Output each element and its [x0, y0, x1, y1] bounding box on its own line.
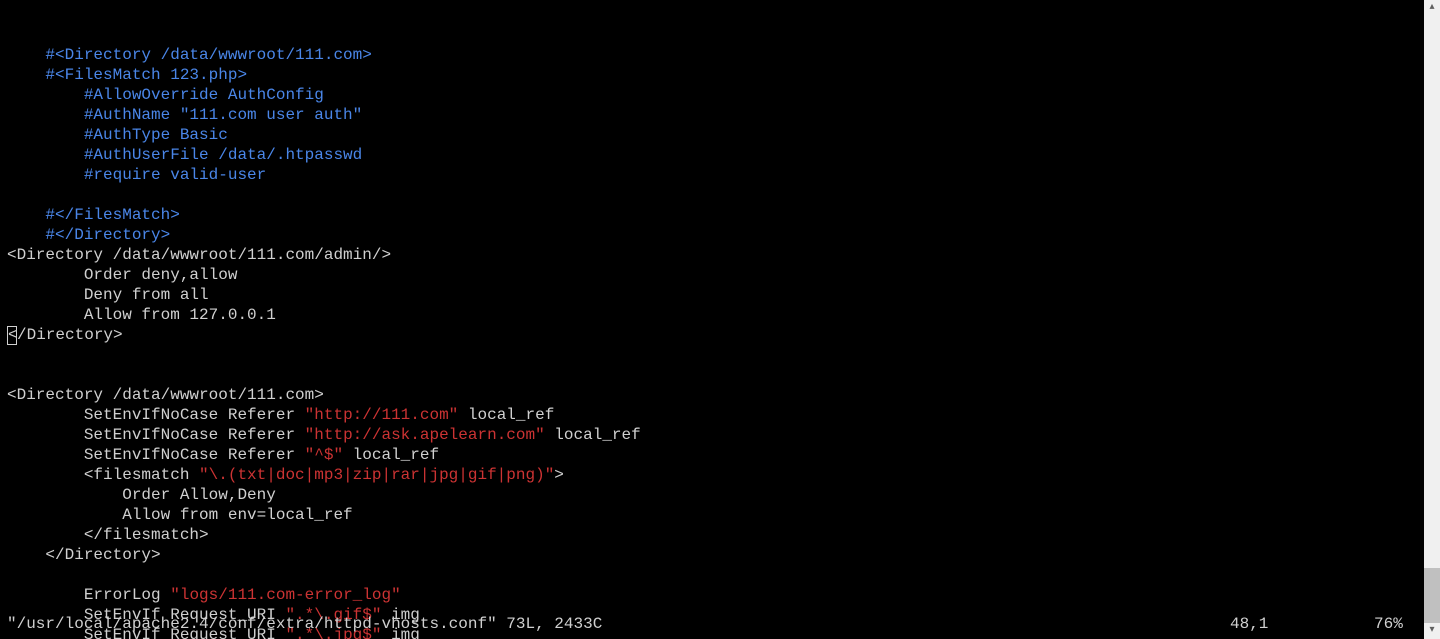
code-line[interactable]: SetEnvIfNoCase Referer "http://111.com" …: [7, 405, 1417, 425]
code-line[interactable]: [7, 565, 1417, 585]
code-line[interactable]: Allow from 127.0.0.1: [7, 305, 1417, 325]
code-segment: #AuthType Basic: [7, 126, 228, 144]
code-segment: Order deny,allow: [7, 266, 237, 284]
code-line[interactable]: #AuthName "111.com user auth": [7, 105, 1417, 125]
code-line[interactable]: Order deny,allow: [7, 265, 1417, 285]
code-line[interactable]: </filesmatch>: [7, 525, 1417, 545]
code-segment: #</FilesMatch>: [7, 206, 180, 224]
code-line[interactable]: [7, 365, 1417, 385]
code-segment: "logs/111.com-error_log": [170, 586, 400, 604]
code-line[interactable]: <filesmatch "\.(txt|doc|mp3|zip|rar|jpg|…: [7, 465, 1417, 485]
code-segment: Allow from 127.0.0.1: [7, 306, 276, 324]
code-line[interactable]: #</Directory>: [7, 225, 1417, 245]
status-percent: 76%: [1374, 614, 1403, 634]
code-segment: Order Allow,Deny: [7, 486, 276, 504]
code-line[interactable]: SetEnvIfNoCase Referer "http://ask.apele…: [7, 425, 1417, 445]
code-line[interactable]: #<FilesMatch 123.php>: [7, 65, 1417, 85]
cursor: <: [7, 326, 17, 345]
code-segment: SetEnvIfNoCase Referer: [7, 446, 305, 464]
code-segment: >: [554, 466, 564, 484]
code-line[interactable]: </Directory>: [7, 545, 1417, 565]
scrollbar-arrow-up-icon[interactable]: ▴: [1424, 0, 1440, 16]
code-area[interactable]: #<Directory /data/wwwroot/111.com> #<Fil…: [7, 45, 1417, 639]
terminal-editor-viewport[interactable]: #<Directory /data/wwwroot/111.com> #<Fil…: [0, 0, 1424, 639]
status-file-info: "/usr/local/apache2.4/conf/extra/httpd-v…: [7, 614, 602, 634]
code-segment: SetEnvIfNoCase Referer: [7, 406, 305, 424]
code-line[interactable]: [7, 345, 1417, 365]
code-line[interactable]: Order Allow,Deny: [7, 485, 1417, 505]
code-segment: </filesmatch>: [7, 526, 209, 544]
code-segment: Deny from all: [7, 286, 209, 304]
code-segment: #AllowOverride AuthConfig: [7, 86, 324, 104]
code-line[interactable]: #require valid-user: [7, 165, 1417, 185]
code-line[interactable]: #AuthType Basic: [7, 125, 1417, 145]
code-line[interactable]: <Directory /data/wwwroot/111.com/admin/>: [7, 245, 1417, 265]
code-segment: #AuthUserFile /data/.htpasswd: [7, 146, 362, 164]
code-segment: <Directory /data/wwwroot/111.com>: [7, 386, 324, 404]
code-segment: Allow from env=local_ref: [7, 506, 353, 524]
code-line[interactable]: #</FilesMatch>: [7, 205, 1417, 225]
code-segment: local_ref: [343, 446, 439, 464]
scrollbar-track[interactable]: ▴ ▾: [1424, 0, 1440, 639]
code-segment: #<FilesMatch 123.php>: [7, 66, 247, 84]
code-segment: SetEnvIfNoCase Referer: [7, 426, 305, 444]
code-segment: ErrorLog: [7, 586, 170, 604]
code-segment: local_ref: [458, 406, 554, 424]
code-segment: </Directory>: [7, 546, 161, 564]
code-line[interactable]: [7, 185, 1417, 205]
status-line-col: 48,1: [1230, 614, 1268, 634]
code-line[interactable]: SetEnvIfNoCase Referer "^$" local_ref: [7, 445, 1417, 465]
code-segment: #<Directory /data/wwwroot/111.com>: [7, 46, 372, 64]
code-segment: /Directory>: [17, 326, 123, 344]
code-segment: local_ref: [545, 426, 641, 444]
code-segment: "\.(txt|doc|mp3|zip|rar|jpg|gif|png)": [199, 466, 554, 484]
code-line[interactable]: #AllowOverride AuthConfig: [7, 85, 1417, 105]
code-segment: "http://111.com": [305, 406, 459, 424]
code-line[interactable]: <Directory /data/wwwroot/111.com>: [7, 385, 1417, 405]
code-line[interactable]: Allow from env=local_ref: [7, 505, 1417, 525]
code-line[interactable]: </Directory>: [7, 325, 1417, 345]
code-line[interactable]: ErrorLog "logs/111.com-error_log": [7, 585, 1417, 605]
code-segment: #</Directory>: [7, 226, 170, 244]
scrollbar-thumb[interactable]: [1424, 568, 1440, 623]
code-segment: <Directory /data/wwwroot/111.com/admin/>: [7, 246, 391, 264]
code-segment: <filesmatch: [7, 466, 199, 484]
code-segment: #AuthName "111.com user auth": [7, 106, 362, 124]
code-segment: #require valid-user: [7, 166, 266, 184]
code-segment: "http://ask.apelearn.com": [305, 426, 545, 444]
scrollbar-arrow-down-icon[interactable]: ▾: [1424, 623, 1440, 639]
code-line[interactable]: #<Directory /data/wwwroot/111.com>: [7, 45, 1417, 65]
code-line[interactable]: #AuthUserFile /data/.htpasswd: [7, 145, 1417, 165]
code-line[interactable]: Deny from all: [7, 285, 1417, 305]
code-segment: "^$": [305, 446, 343, 464]
